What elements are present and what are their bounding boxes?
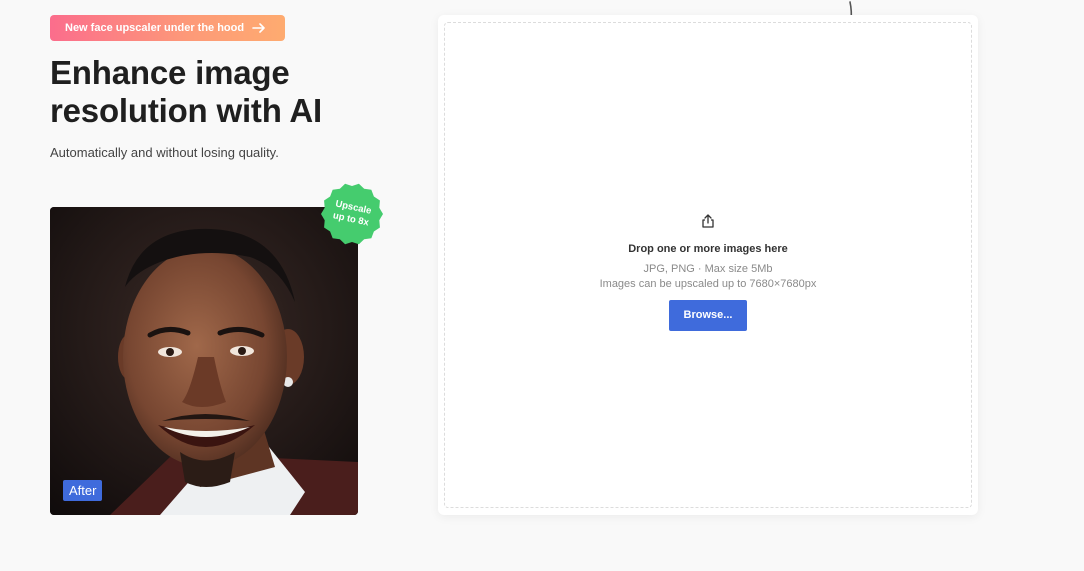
- browse-button[interactable]: Browse...: [669, 300, 747, 331]
- portrait-illustration: [50, 207, 358, 515]
- hero-subtitle: Automatically and without losing quality…: [50, 145, 279, 160]
- upload-panel: Drop one or more images here JPG, PNG · …: [438, 15, 978, 515]
- drop-title: Drop one or more images here: [628, 243, 788, 255]
- upscale-seal-text: Upscale up to 8x: [314, 176, 390, 252]
- drop-zone[interactable]: Drop one or more images here JPG, PNG · …: [444, 22, 972, 508]
- drop-content: Drop one or more images here JPG, PNG · …: [445, 213, 971, 331]
- drop-formats: JPG, PNG · Max size 5Mb: [643, 263, 773, 275]
- drop-size-limit: Images can be upscaled up to 7680×7680px: [599, 278, 817, 290]
- after-label: After: [63, 480, 103, 501]
- promo-badge-label: New face upscaler under the hood: [65, 22, 245, 34]
- promo-badge-link[interactable]: New face upscaler under the hood: [50, 15, 285, 41]
- arrow-right-icon: [252, 23, 266, 33]
- hero-title: Enhance image resolution with AI: [50, 54, 323, 129]
- sample-photo: After: [50, 207, 358, 515]
- upload-icon: [700, 213, 716, 229]
